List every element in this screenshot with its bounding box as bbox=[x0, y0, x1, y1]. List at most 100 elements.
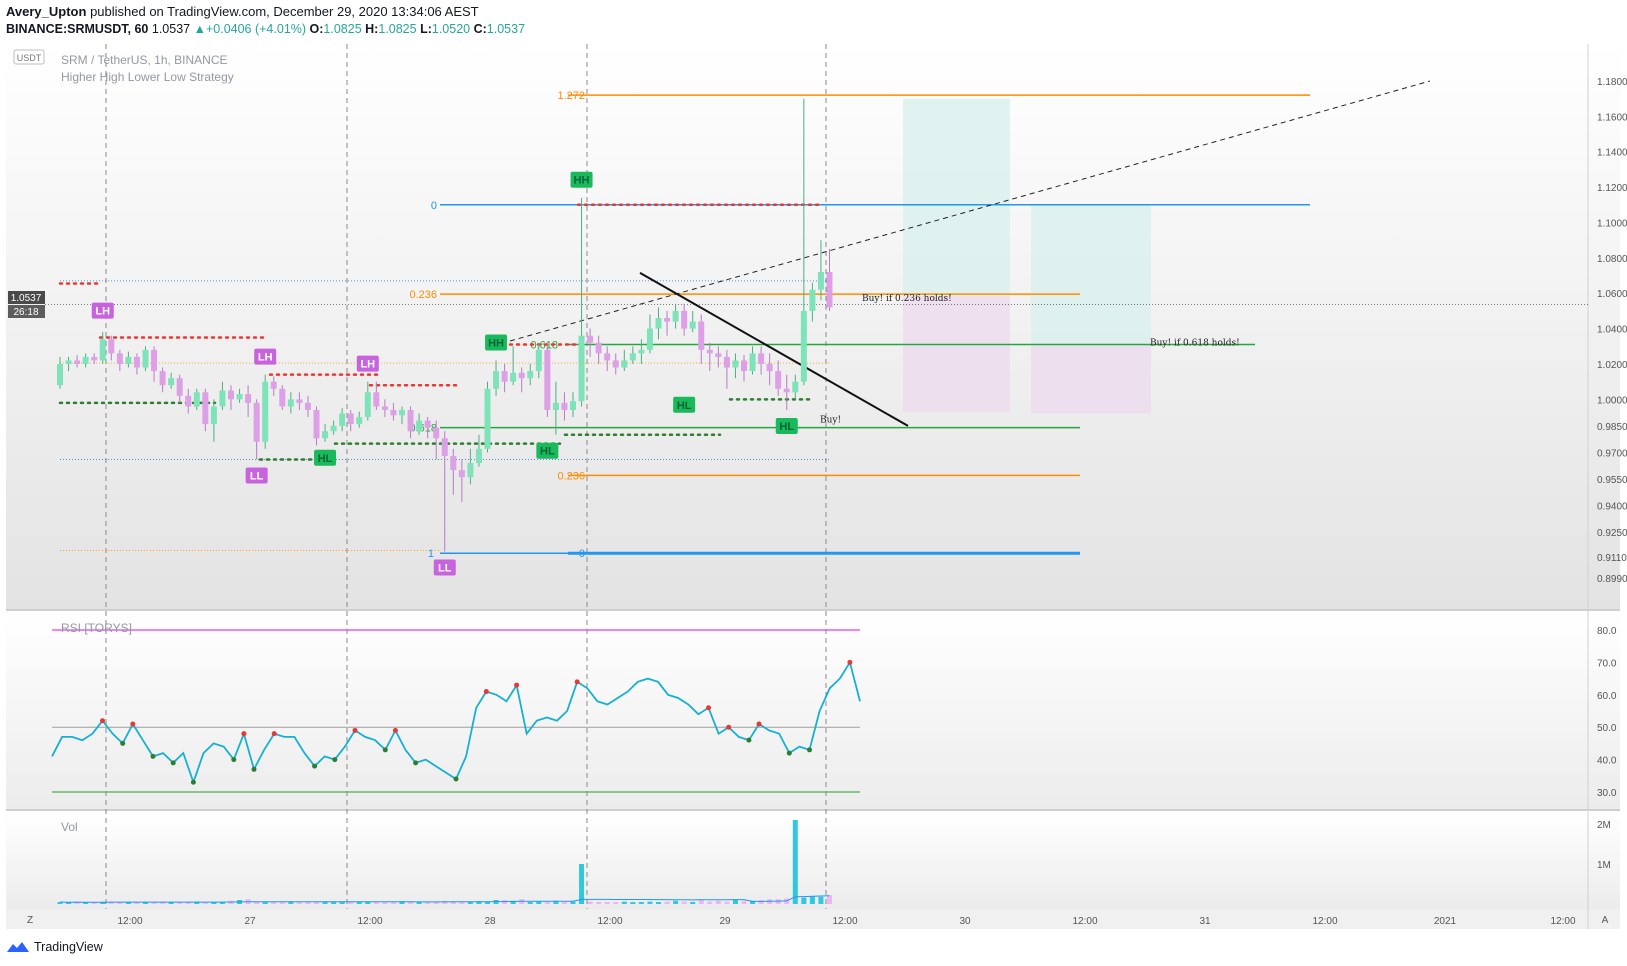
candle-body bbox=[245, 394, 252, 403]
signal-label: HH bbox=[574, 175, 590, 187]
candle-body bbox=[185, 395, 192, 407]
price-tick-label: 0.9110 bbox=[1597, 553, 1627, 564]
candle-body bbox=[723, 356, 730, 368]
price-tick-label: 1.1200 bbox=[1597, 183, 1627, 194]
target-zone-upper-2 bbox=[1031, 204, 1151, 345]
fib-level-label: 0 bbox=[431, 200, 437, 212]
rsi-pivot-low-dot bbox=[382, 747, 388, 753]
price-tick-label: 0.8990 bbox=[1597, 574, 1627, 585]
price-tick-label: 1.1400 bbox=[1597, 148, 1627, 159]
candle-body bbox=[681, 310, 688, 329]
volume-bar bbox=[818, 896, 824, 904]
volume-bar bbox=[596, 902, 602, 904]
rsi-pivot-high-dot bbox=[483, 689, 489, 695]
candle-body bbox=[116, 353, 123, 364]
signal-label: HH bbox=[488, 337, 504, 349]
time-tick-label: 12:00 bbox=[1312, 916, 1337, 927]
rsi-pivot-low-dot bbox=[413, 760, 419, 766]
volume-bar bbox=[715, 900, 721, 904]
candle-body bbox=[339, 413, 346, 426]
strategy-name: Higher High Lower Low Strategy bbox=[61, 70, 234, 84]
candle-body bbox=[595, 342, 602, 354]
signal-label: LH bbox=[95, 306, 110, 318]
price-tick-label: 0.9850 bbox=[1597, 422, 1627, 433]
volume-bar bbox=[604, 902, 610, 904]
footer-brand: TradingView bbox=[6, 940, 103, 954]
volume-bar bbox=[809, 896, 815, 904]
volume-bar bbox=[561, 902, 567, 904]
candle-body bbox=[424, 420, 431, 428]
rsi-pivot-low-dot bbox=[786, 750, 792, 756]
rsi-pivot-low-dot bbox=[120, 740, 126, 746]
rsi-tick-label: 50.0 bbox=[1597, 723, 1617, 734]
candle-body bbox=[510, 372, 517, 382]
candle-body bbox=[766, 363, 773, 372]
candle-body bbox=[304, 402, 311, 410]
candle-body bbox=[493, 371, 500, 389]
signal-label: HL bbox=[677, 400, 692, 412]
signal-label: LL bbox=[438, 562, 452, 574]
price-tick-label: 0.9700 bbox=[1597, 448, 1627, 459]
volume-bar bbox=[801, 897, 807, 904]
vol-tick-label: 2M bbox=[1597, 820, 1611, 831]
candle-body bbox=[416, 420, 423, 432]
annotation-text: Buy! if 0.618 holds! bbox=[1150, 338, 1240, 348]
volume-bar bbox=[339, 902, 345, 904]
price-tick-label: 1.0000 bbox=[1597, 395, 1627, 406]
rsi-pivot-high-dot bbox=[392, 727, 398, 733]
rsi-pivot-low-dot bbox=[807, 747, 812, 753]
candle-body bbox=[826, 272, 833, 308]
rsi-tick-label: 40.0 bbox=[1597, 756, 1617, 767]
rsi-pivot-high-dot bbox=[847, 659, 853, 665]
candle-body bbox=[364, 392, 371, 418]
volume-bar bbox=[656, 902, 661, 904]
candle-body bbox=[698, 321, 705, 350]
candle-body bbox=[527, 371, 534, 379]
rsi-pivot-low-dot bbox=[170, 760, 176, 766]
candle-body bbox=[629, 353, 636, 361]
volume-bar bbox=[348, 902, 354, 904]
rsi-pivot-low-dot bbox=[312, 763, 318, 769]
candle-body bbox=[91, 356, 98, 361]
rsi-pane-bg bbox=[6, 612, 1620, 809]
candle-body bbox=[82, 356, 89, 364]
stop-zone-lower-1 bbox=[903, 295, 1010, 412]
candle-body bbox=[441, 438, 448, 456]
candle-body bbox=[356, 417, 363, 425]
footer-brand-text[interactable]: TradingView bbox=[34, 940, 103, 954]
candle-body bbox=[612, 360, 619, 368]
signal-label: HL bbox=[540, 446, 555, 458]
rsi-tick-label: 30.0 bbox=[1597, 788, 1617, 799]
volume-bar bbox=[544, 902, 550, 904]
volume-bar bbox=[724, 901, 730, 904]
rsi-tick-label: 60.0 bbox=[1597, 691, 1617, 702]
candle-body bbox=[142, 349, 149, 368]
volume-bar bbox=[664, 901, 670, 904]
volume-bar bbox=[373, 902, 379, 904]
volume-bar bbox=[647, 901, 653, 904]
candle-body bbox=[672, 310, 679, 322]
signal-label: LH bbox=[258, 352, 273, 364]
candle-body bbox=[168, 378, 175, 386]
candle-body bbox=[501, 371, 508, 382]
auto-scale-a-button[interactable]: A bbox=[1602, 915, 1609, 926]
candle-body bbox=[65, 360, 72, 364]
volume-bar bbox=[698, 900, 704, 904]
stop-zone-lower-2 bbox=[1031, 344, 1151, 414]
volume-bar bbox=[527, 902, 533, 904]
candle-body bbox=[552, 402, 559, 410]
volume-bar bbox=[827, 895, 832, 904]
price-tick-label: 0.9250 bbox=[1597, 528, 1627, 539]
timezone-z-button[interactable]: Z bbox=[27, 915, 33, 926]
price-tick-label: 1.1800 bbox=[1597, 77, 1627, 88]
time-tick-label: 2021 bbox=[1434, 916, 1457, 927]
price-tick-label: 1.1000 bbox=[1597, 219, 1627, 230]
volume-bar bbox=[741, 900, 747, 904]
chart-canvas[interactable]: 1.27200.2360.6180.6180.2361 0LHLLLHHLLHLL… bbox=[0, 0, 1627, 966]
volume-bar bbox=[707, 901, 713, 904]
time-tick-label: 30 bbox=[959, 916, 971, 927]
volume-bar bbox=[758, 900, 764, 904]
price-tick-label: 0.9550 bbox=[1597, 475, 1627, 486]
candle-body bbox=[296, 399, 303, 403]
volume-bar bbox=[613, 902, 619, 904]
